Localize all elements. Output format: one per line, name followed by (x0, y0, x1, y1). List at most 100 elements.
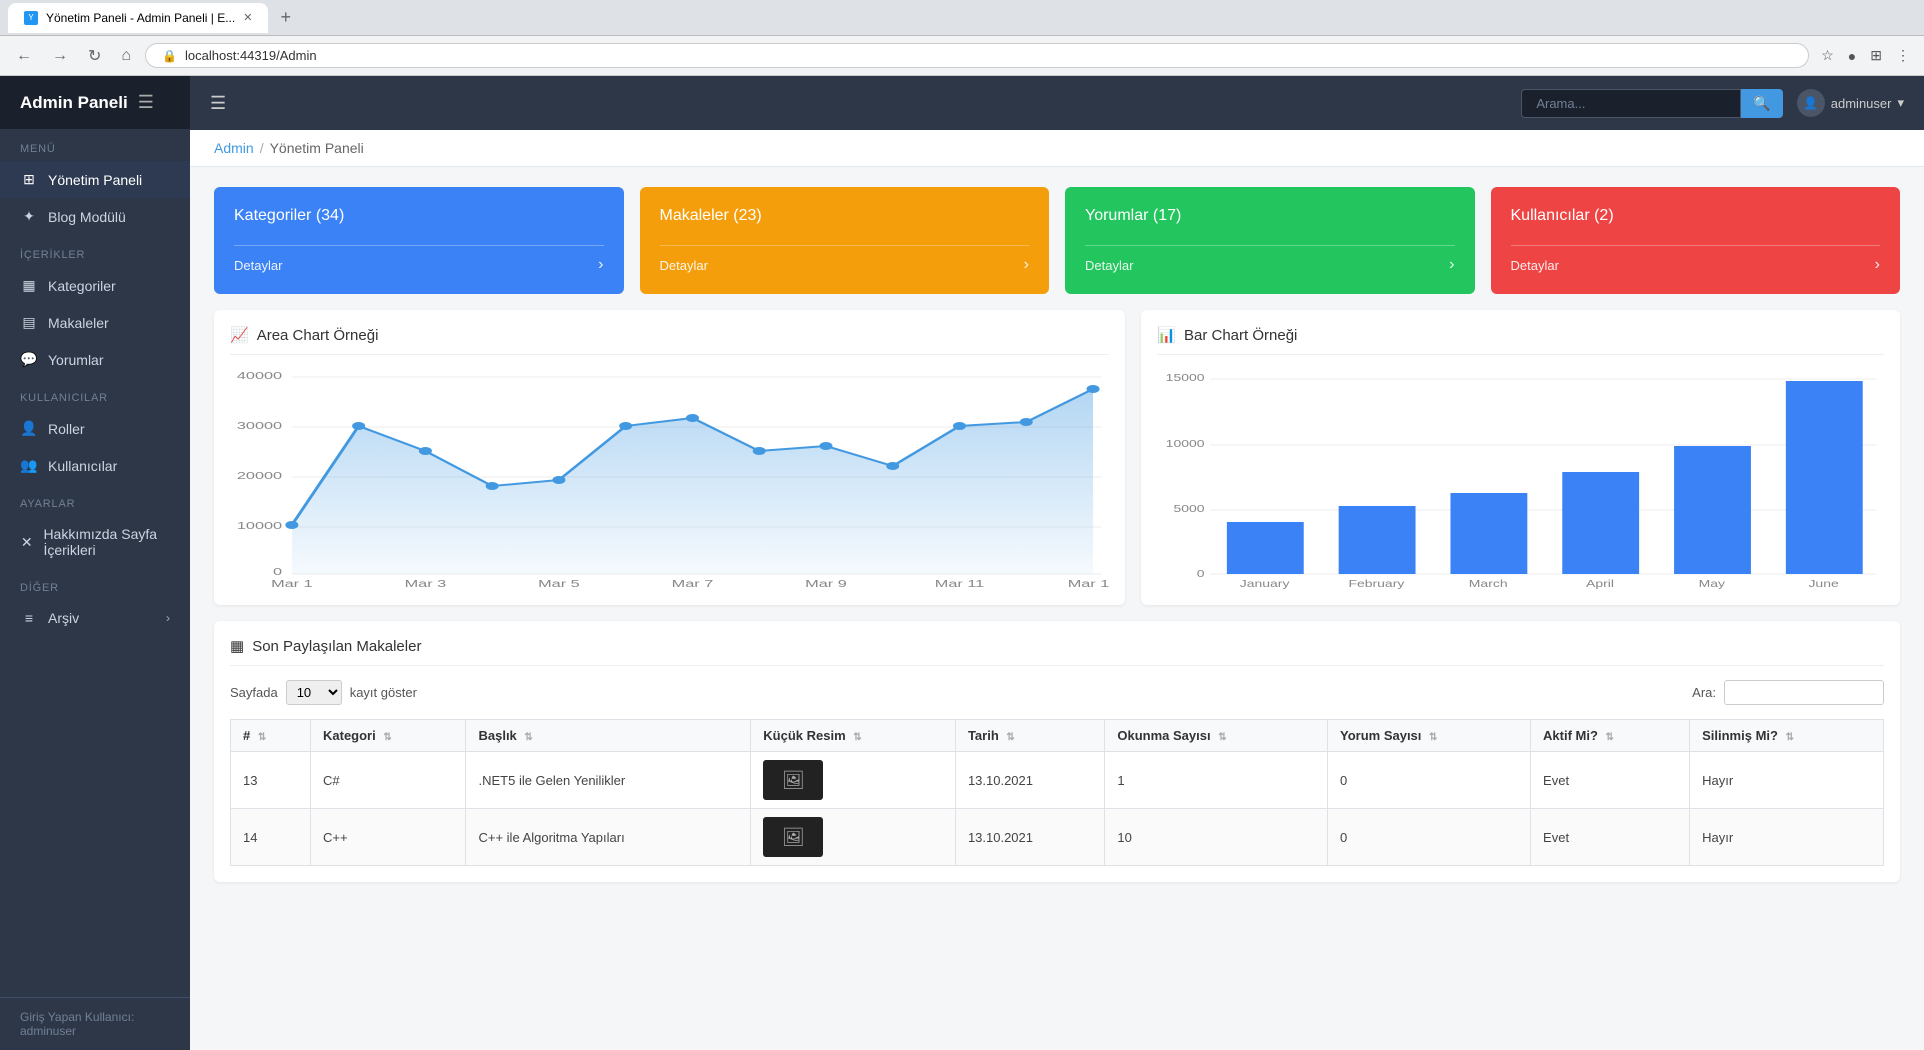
back-button[interactable]: ← (10, 43, 38, 69)
footer-line1: Giriş Yapan Kullanıcı: (20, 1010, 170, 1024)
roller-icon: 👤 (20, 420, 38, 437)
svg-text:0: 0 (273, 566, 282, 577)
breadcrumb-separator: / (260, 140, 264, 156)
kullanicilar-card: Kullanıcılar (2) Detaylar › (1491, 187, 1901, 294)
home-button[interactable]: ⌂ (115, 43, 137, 69)
search-input[interactable] (1521, 89, 1741, 118)
sidebar-label-kategoriler: Kategoriler (48, 278, 116, 294)
sidebar-item-makaleler[interactable]: ▤ Makaleler (0, 304, 190, 341)
sidebar-item-yorumlar[interactable]: 💬 Yorumlar (0, 341, 190, 378)
tab-title: Yönetim Paneli - Admin Paneli | E... (46, 11, 235, 25)
kategoriler-card-link[interactable]: Detaylar (234, 258, 282, 273)
svg-text:Mar 3: Mar 3 (405, 578, 447, 589)
sidebar-item-roller[interactable]: 👤 Roller (0, 410, 190, 447)
svg-text:15000: 15000 (1166, 372, 1205, 384)
cell-kategori: C++ (311, 809, 466, 866)
browser-tab[interactable]: Y Yönetim Paneli - Admin Paneli | E... ✕ (8, 3, 268, 33)
area-chart-icon: 📈 (230, 326, 249, 344)
cell-tarih: 13.10.2021 (955, 752, 1104, 809)
makaleler-table: # ⇅ Kategori ⇅ Başlık ⇅ Küçük Resim ⇅ Ta… (230, 719, 1884, 866)
sidebar-item-hakkimizda[interactable]: ✕ Hakkımızda Sayfa İçerikleri (0, 516, 190, 568)
sidebar-item-arsiv[interactable]: ≡ Arşiv › (0, 600, 190, 636)
kullanicilar-card-footer: Detaylar › (1511, 245, 1881, 274)
sidebar-item-kullanicilar[interactable]: 👥 Kullanıcılar (0, 447, 190, 484)
cell-silinmis: Hayır (1690, 809, 1884, 866)
ayarlar-section-label: AYARLAR (0, 484, 190, 516)
per-page-select[interactable]: 10 25 50 100 (286, 680, 342, 705)
forward-button[interactable]: → (46, 43, 74, 69)
cell-id: 14 (231, 809, 311, 866)
svg-text:Mar 7: Mar 7 (672, 578, 714, 589)
top-nav: ☰ 🔍 👤 adminuser ▾ (190, 76, 1924, 130)
bar-chart-icon: 📊 (1157, 326, 1176, 344)
profile-btn[interactable]: ● (1844, 44, 1860, 68)
menu-btn[interactable]: ⋮ (1892, 43, 1914, 68)
lock-icon: 🔒 (162, 49, 177, 63)
sidebar-label-kullanicilar: Kullanıcılar (48, 458, 117, 474)
yorumlar-card-link[interactable]: Detaylar (1085, 258, 1133, 273)
col-id[interactable]: # ⇅ (231, 720, 311, 752)
yorumlar-card: Yorumlar (17) Detaylar › (1065, 187, 1475, 294)
sidebar-item-yonetim-paneli[interactable]: ⊞ Yönetim Paneli (0, 161, 190, 198)
table-header-row: # ⇅ Kategori ⇅ Başlık ⇅ Küçük Resim ⇅ Ta… (231, 720, 1884, 752)
user-menu-button[interactable]: 👤 adminuser ▾ (1797, 89, 1904, 117)
col-baslik[interactable]: Başlık ⇅ (466, 720, 751, 752)
makaleler-table-section: ▦ Son Paylaşılan Makaleler Sayfada 10 25… (214, 621, 1900, 882)
sidebar: Admin Paneli ☰ MENÜ ⊞ Yönetim Paneli ✦ B… (0, 76, 190, 1050)
bookmark-btn[interactable]: ☆ (1817, 43, 1838, 68)
makaleler-card-arrow: › (1024, 256, 1029, 274)
browser-actions: ☆ ● ⊞ ⋮ (1817, 43, 1914, 68)
search-button[interactable]: 🔍 (1741, 89, 1782, 118)
col-silinmis[interactable]: Silinmiş Mi? ⇅ (1690, 720, 1884, 752)
svg-text:Mar 11: Mar 11 (935, 578, 984, 589)
col-kategori[interactable]: Kategori ⇅ (311, 720, 466, 752)
sidebar-item-kategoriler[interactable]: ▦ Kategoriler (0, 267, 190, 304)
sidebar-item-blog-modulu[interactable]: ✦ Blog Modülü (0, 198, 190, 235)
table-row: 14 C++ C++ ile Algoritma Yapıları 🖼 13.1… (231, 809, 1884, 866)
cell-baslik: C++ ile Algoritma Yapıları (466, 809, 751, 866)
cell-aktif: Evet (1531, 809, 1690, 866)
col-yorum[interactable]: Yorum Sayısı ⇅ (1328, 720, 1531, 752)
refresh-button[interactable]: ↻ (82, 42, 107, 70)
svg-text:January: January (1240, 578, 1291, 589)
breadcrumb-admin-link[interactable]: Admin (214, 140, 254, 156)
address-bar[interactable]: 🔒 localhost:44319/Admin (145, 43, 1809, 68)
new-tab-button[interactable]: + (274, 7, 297, 28)
topnav-hamburger-icon[interactable]: ☰ (210, 93, 226, 114)
charts-row: 📈 Area Chart Örneği 40000 30000 20000 10… (190, 310, 1924, 621)
svg-text:March: March (1469, 578, 1508, 589)
thumbnail-image: 🖼 (763, 760, 823, 800)
col-tarih[interactable]: Tarih ⇅ (955, 720, 1104, 752)
col-aktif[interactable]: Aktif Mi? ⇅ (1531, 720, 1690, 752)
hamburger-icon[interactable]: ☰ (138, 92, 154, 113)
extensions-btn[interactable]: ⊞ (1866, 43, 1886, 68)
makaleler-card-footer: Detaylar › (660, 245, 1030, 274)
bar-chart-label: Bar Chart Örneği (1184, 327, 1297, 344)
cell-thumbnail: 🖼 (751, 809, 956, 866)
sidebar-label-yorumlar: Yorumlar (48, 352, 104, 368)
table-section-icon: ▦ (230, 637, 244, 655)
tab-close-btn[interactable]: ✕ (243, 11, 252, 24)
col-okunma[interactable]: Okunma Sayısı ⇅ (1105, 720, 1328, 752)
kullanicilar-card-link[interactable]: Detaylar (1511, 258, 1559, 273)
svg-text:10000: 10000 (1166, 438, 1205, 450)
cell-okunma: 1 (1105, 752, 1328, 809)
kullanicilar-section-label: KULLANICILAR (0, 378, 190, 410)
hakkimizda-icon: ✕ (20, 534, 33, 551)
arsiv-expand-icon: › (166, 611, 170, 625)
yorumlar-icon: 💬 (20, 351, 38, 368)
svg-text:10000: 10000 (237, 520, 282, 531)
breadcrumb-bar: Admin / Yönetim Paneli (190, 130, 1924, 167)
bar-chart-container: 15000 10000 5000 0 Janua (1157, 369, 1884, 589)
table-search-input[interactable] (1724, 680, 1884, 705)
tab-favicon: Y (24, 11, 38, 25)
blog-icon: ✦ (20, 208, 38, 225)
area-chart-title: 📈 Area Chart Örneği (230, 326, 1109, 355)
kullanicilar-card-title: Kullanıcılar (2) (1511, 207, 1881, 225)
user-label: adminuser (1831, 96, 1892, 111)
svg-text:0: 0 (1197, 568, 1205, 580)
col-thumbnail[interactable]: Küçük Resim ⇅ (751, 720, 956, 752)
makaleler-card-link[interactable]: Detaylar (660, 258, 708, 273)
kategoriler-icon: ▦ (20, 277, 38, 294)
area-chart-box: 📈 Area Chart Örneği 40000 30000 20000 10… (214, 310, 1125, 605)
